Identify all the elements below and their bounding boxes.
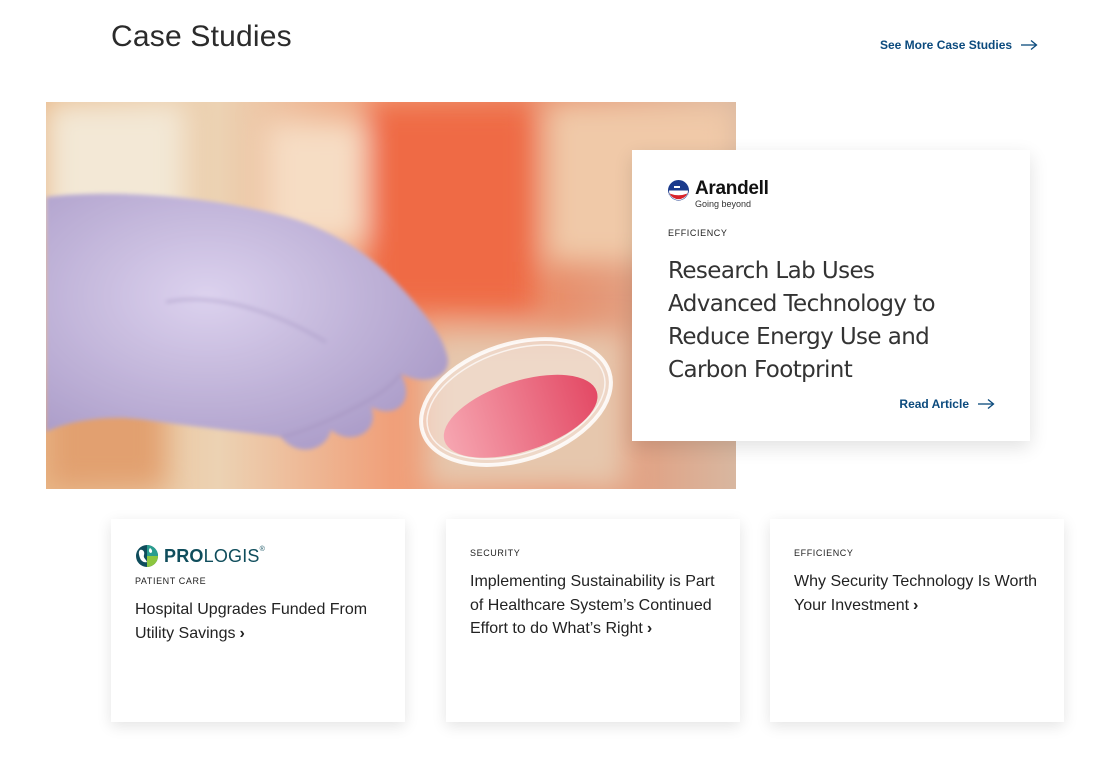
case-study-card[interactable]: EFFICIENCY Why Security Technology Is Wo… — [770, 519, 1064, 722]
prologis-logo-icon — [136, 545, 158, 567]
featured-category-label: EFFICIENCY — [668, 228, 728, 238]
card-title-text: Implementing Sustainability is Part of H… — [470, 573, 715, 637]
card-category-label: SECURITY — [470, 548, 521, 558]
featured-title[interactable]: Research Lab Uses Advanced Technology to… — [668, 255, 988, 387]
card-title-link[interactable]: Why Security Technology Is Worth Your In… — [794, 570, 1040, 617]
chevron-right-icon: › — [646, 620, 653, 637]
page-title: Case Studies — [111, 20, 292, 53]
prologis-logo: PROLOGIS® — [135, 544, 381, 568]
brand-name: Arandell — [695, 178, 769, 199]
prologis-wordmark-bold: PRO — [164, 545, 204, 566]
arrow-right-icon — [1021, 39, 1038, 51]
card-category-label: EFFICIENCY — [794, 548, 854, 558]
featured-case-study-card[interactable]: Arandell Going beyond EFFICIENCY Researc… — [632, 150, 1030, 441]
arandell-logo-icon — [668, 180, 689, 201]
chevron-right-icon: › — [913, 596, 919, 614]
arandell-logo: Arandell Going beyond — [668, 179, 994, 211]
card-title-text: Hospital Upgrades Funded From Utility Sa… — [135, 601, 368, 642]
prologis-wordmark-light: LOGIS — [203, 545, 260, 566]
read-article-label: Read Article — [899, 397, 969, 411]
prologis-wordmark: PROLOGIS® — [164, 546, 265, 567]
case-study-card[interactable]: SECURITY Implementing Sustainability is … — [446, 519, 740, 722]
brand-tagline: Going beyond — [695, 199, 752, 209]
card-title-link[interactable]: Implementing Sustainability is Part of H… — [470, 570, 716, 641]
card-title-link[interactable]: Hospital Upgrades Funded From Utility Sa… — [135, 598, 381, 645]
read-article-link[interactable]: Read Article — [899, 397, 995, 411]
chevron-right-icon: › — [239, 624, 245, 642]
case-study-card[interactable]: PROLOGIS® PATIENT CARE Hospital Upgrades… — [111, 519, 405, 722]
see-more-label: See More Case Studies — [880, 38, 1013, 52]
registered-mark: ® — [259, 545, 265, 553]
see-more-case-studies-link[interactable]: See More Case Studies — [880, 38, 1038, 52]
arrow-right-icon — [978, 398, 995, 410]
card-category-label: PATIENT CARE — [135, 576, 207, 586]
